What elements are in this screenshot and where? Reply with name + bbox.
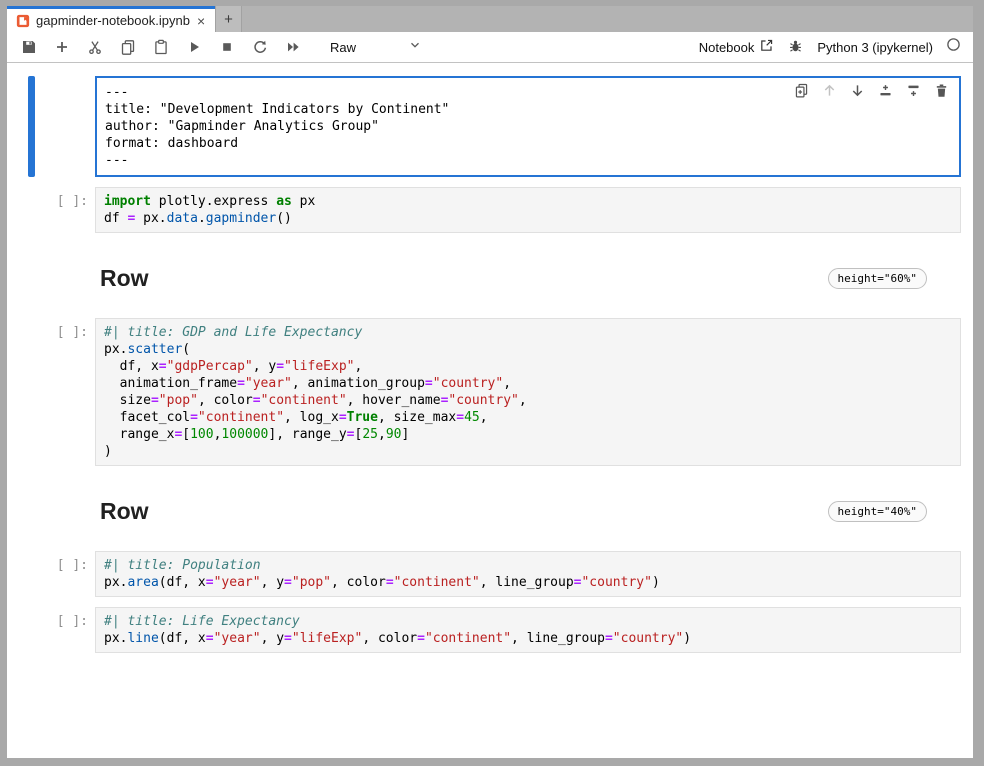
paste-cells-button[interactable] — [151, 37, 171, 57]
tab-bar: gapminder-notebook.ipynb × + — [7, 6, 973, 32]
duplicate-icon — [794, 83, 809, 98]
cell-prompt: [ ]: — [7, 607, 95, 629]
notebook-content: ---title: "Development Indicators by Con… — [7, 63, 973, 758]
kernel-name[interactable]: Python 3 (ipykernel) — [817, 40, 933, 55]
markdown-cell[interactable]: Row height="40%" — [95, 496, 961, 526]
plus-icon: + — [224, 11, 233, 28]
fast-forward-icon — [285, 39, 301, 55]
duplicate-cell-button[interactable] — [794, 83, 809, 98]
code-cell[interactable]: #| title: GDP and Life Expectancypx.scat… — [95, 318, 961, 466]
copy-cells-button[interactable] — [118, 37, 138, 57]
restart-icon — [252, 39, 268, 55]
chevron-down-icon — [356, 38, 422, 57]
cell-gutter — [7, 496, 95, 526]
save-button[interactable] — [19, 37, 39, 57]
insert-below-icon — [906, 83, 921, 98]
code-cell-row: [ ]: #| title: GDP and Life Expectancypx… — [7, 318, 961, 466]
markdown-cell-row: Row height="40%" — [7, 496, 961, 526]
move-down-icon — [850, 83, 865, 98]
markdown-heading: Row — [100, 263, 149, 293]
cell-gutter: [ ]: — [7, 187, 95, 233]
insert-cell-below-button[interactable] — [906, 83, 921, 98]
cell-gutter — [7, 263, 95, 293]
restart-run-all-button[interactable] — [283, 37, 303, 57]
cell-prompt: [ ]: — [7, 187, 95, 209]
delete-icon — [934, 83, 949, 98]
add-cell-icon — [54, 39, 70, 55]
code-cell[interactable]: #| title: Populationpx.area(df, x="year"… — [95, 551, 961, 597]
cut-icon — [87, 39, 103, 55]
add-cell-button[interactable] — [52, 37, 72, 57]
height-badge: height="40%" — [828, 501, 927, 522]
cell-gutter: [ ]: — [7, 318, 95, 466]
paste-icon — [153, 39, 169, 55]
markdown-heading: Row — [100, 496, 149, 526]
height-badge: height="60%" — [828, 268, 927, 289]
cell-collapser[interactable] — [28, 76, 35, 177]
run-icon — [186, 39, 202, 55]
cell-gutter: [ ]: — [7, 551, 95, 597]
bug-icon — [788, 38, 803, 56]
cell-toolbar — [794, 83, 949, 98]
notebook-menu[interactable]: Notebook — [699, 38, 775, 56]
cell-prompt: [ ]: — [7, 318, 95, 340]
restart-kernel-button[interactable] — [250, 37, 270, 57]
interrupt-kernel-button[interactable] — [217, 37, 237, 57]
insert-cell-above-button[interactable] — [878, 83, 893, 98]
move-cell-down-button[interactable] — [850, 83, 865, 98]
raw-cell[interactable]: ---title: "Development Indicators by Con… — [95, 76, 961, 177]
markdown-cell[interactable]: Row height="60%" — [95, 263, 961, 293]
code-cell[interactable]: #| title: Life Expectancypx.line(df, x="… — [95, 607, 961, 653]
cell-gutter: [ ]: — [7, 607, 95, 653]
move-up-icon — [822, 83, 837, 98]
save-icon — [21, 39, 37, 55]
kernel-status-icon[interactable] — [946, 37, 961, 57]
code-cell-row: [ ]: #| title: Life Expectancypx.line(df… — [7, 607, 961, 653]
raw-cell-row: ---title: "Development Indicators by Con… — [7, 76, 961, 177]
cell-type-dropdown[interactable]: Raw — [330, 38, 422, 57]
notebook-toolbar: Raw Notebook Python 3 (ipykernel) — [7, 32, 973, 63]
delete-cell-button[interactable] — [934, 83, 949, 98]
code-cell-row: [ ]: import plotly.express as pxdf = px.… — [7, 187, 961, 233]
stop-icon — [219, 39, 235, 55]
tab-label: gapminder-notebook.ipynb — [36, 13, 190, 28]
debugger-button[interactable] — [787, 37, 804, 57]
notebook-menu-label: Notebook — [699, 40, 755, 55]
cell-prompt: [ ]: — [7, 551, 95, 573]
jupyterlab-window: gapminder-notebook.ipynb × + — [7, 6, 973, 758]
toolbar-right: Notebook Python 3 (ipykernel) — [699, 37, 961, 57]
tab-close-icon[interactable]: × — [196, 14, 206, 28]
new-tab-button[interactable]: + — [215, 6, 242, 32]
insert-above-icon — [878, 83, 893, 98]
cell-type-value: Raw — [330, 40, 356, 55]
code-cell[interactable]: import plotly.express as pxdf = px.data.… — [95, 187, 961, 233]
external-link-icon — [759, 38, 774, 56]
cut-cells-button[interactable] — [85, 37, 105, 57]
cell-gutter — [7, 76, 95, 177]
code-cell-row: [ ]: #| title: Populationpx.area(df, x="… — [7, 551, 961, 597]
run-button[interactable] — [184, 37, 204, 57]
move-cell-up-button[interactable] — [822, 83, 837, 98]
markdown-cell-row: Row height="60%" — [7, 263, 961, 293]
copy-icon — [120, 39, 136, 55]
tab-gapminder-notebook[interactable]: gapminder-notebook.ipynb × — [7, 6, 215, 32]
notebook-file-icon — [16, 14, 30, 28]
